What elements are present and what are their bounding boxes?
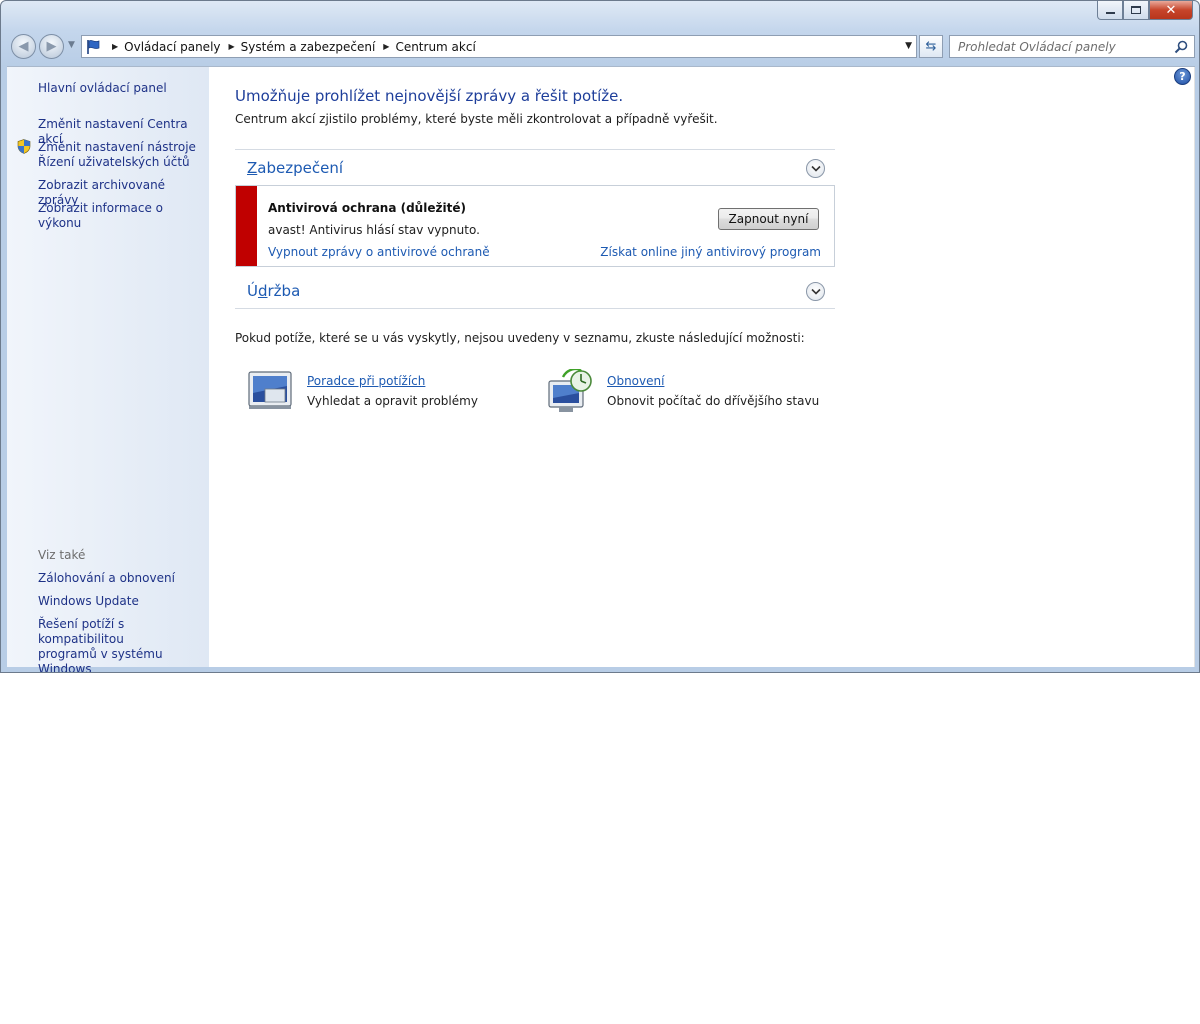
refresh-button[interactable]: ⇆ [919, 35, 943, 58]
sidebar-item-control-panel-home[interactable]: Hlavní ovládací panel [38, 81, 167, 96]
navigation-bar: ◀ ▶ ▼ ▶ Ovládací panely ▶ Systém a zabez… [9, 33, 1195, 60]
security-collapse-button[interactable] [806, 159, 825, 178]
security-title-rest: abezpečení [257, 159, 343, 177]
see-also-windows-update[interactable]: Windows Update [38, 594, 139, 609]
help-icon: ? [1179, 70, 1186, 83]
disable-antivirus-messages-link[interactable]: Vypnout zprávy o antivirové ochraně [268, 245, 490, 259]
forward-arrow-icon: ▶ [46, 39, 57, 54]
close-button[interactable]: ✕ [1149, 1, 1193, 20]
content-area: Hlavní ovládací panel Změnit nastavení C… [7, 66, 1195, 672]
recovery-link[interactable]: Obnovení [607, 374, 664, 388]
recovery-link-accesskey: Obnovení [607, 374, 665, 388]
alert-message: avast! Antivirus hlásí stav vypnuto. [268, 223, 480, 237]
maintenance-collapse-button[interactable] [806, 282, 825, 301]
maximize-button[interactable] [1123, 1, 1149, 20]
breadcrumb-separator-icon[interactable]: ▶ [383, 42, 389, 51]
see-also-heading: Viz také [38, 548, 86, 562]
sidebar: Hlavní ovládací panel Změnit nastavení C… [7, 67, 209, 672]
breadcrumb-item-system-security[interactable]: Systém a zabezpečení [241, 40, 376, 54]
action-center-flag-icon [82, 36, 104, 57]
turn-on-now-button[interactable]: Zapnout nyní [718, 208, 819, 230]
breadcrumb-item-action-center[interactable]: Centrum akcí [395, 40, 475, 54]
maintenance-title-accesskey: d [257, 282, 268, 300]
breadcrumb: ▶ Ovládací panely ▶ Systém a zabezpečení… [104, 40, 476, 54]
troubleshooting-icon[interactable] [247, 369, 295, 414]
recovery-description: Obnovit počítač do dřívějšího stavu [607, 394, 820, 408]
troubleshooting-description: Vyhledat a opravit problémy [307, 394, 478, 408]
maintenance-title-rest: ržba [267, 282, 301, 300]
recent-pages-dropdown[interactable]: ▼ [68, 40, 75, 50]
address-dropdown-icon[interactable]: ▼ [905, 41, 912, 51]
maintenance-section-title[interactable]: Údržba [247, 282, 300, 300]
caption-buttons: ✕ [1097, 1, 1193, 20]
help-button[interactable]: ? [1174, 68, 1191, 85]
address-bar[interactable]: ▶ Ovládací panely ▶ Systém a zabezpečení… [81, 35, 917, 58]
security-title-accesskey: Z [247, 159, 258, 177]
minimize-button[interactable] [1097, 1, 1123, 20]
search-input[interactable] [950, 39, 1160, 54]
breadcrumb-item-control-panel[interactable]: Ovládací panely [124, 40, 220, 54]
see-also-compatibility-troubleshooter[interactable]: Řešení potíží s kompatibilitou programů … [38, 617, 209, 672]
get-antivirus-online-link[interactable]: Získat online jiný antivirový program [600, 245, 821, 259]
refresh-icon: ⇆ [925, 39, 937, 54]
breadcrumb-separator-icon[interactable]: ▶ [112, 42, 118, 51]
maximize-icon [1131, 6, 1141, 14]
section-divider [235, 308, 835, 309]
control-panel-window: ✕ ◀ ▶ ▼ ▶ Ovládací panely ▶ Systém a zab… [0, 0, 1200, 673]
recovery-tool: Obnovení Obnovit počítač do dřívějšího s… [547, 367, 847, 418]
forward-button[interactable]: ▶ [39, 34, 64, 59]
page-subtitle: Centrum akcí zjistilo problémy, které by… [235, 112, 718, 126]
see-also-backup-restore[interactable]: Zálohování a obnovení [38, 571, 175, 586]
maintenance-title-prefix: Ú [247, 282, 258, 300]
troubleshooting-link-accesskey: Poradce při potížích [307, 374, 426, 388]
chevron-down-icon [810, 165, 821, 172]
sidebar-item-uac-settings[interactable]: Změnit nastavení nástroje Řízení uživate… [38, 140, 196, 170]
search-icon[interactable] [1174, 40, 1188, 57]
back-arrow-icon: ◀ [18, 39, 29, 54]
search-box [949, 35, 1195, 58]
back-button[interactable]: ◀ [11, 34, 36, 59]
uac-shield-icon [17, 139, 31, 157]
security-section-header[interactable]: Zabezpečení [235, 149, 835, 185]
sidebar-item-performance-info[interactable]: Zobrazit informace o výkonu [38, 201, 209, 231]
close-icon: ✕ [1165, 2, 1177, 18]
minimize-icon [1105, 12, 1115, 14]
chevron-down-icon [810, 288, 821, 295]
alert-severity-bar [236, 186, 257, 266]
troubleshooting-link[interactable]: Poradce při potížích [307, 374, 425, 388]
recovery-icon[interactable] [547, 367, 597, 418]
maintenance-section-header[interactable]: Údržba [235, 273, 835, 309]
antivirus-alert: Antivirová ochrana (důležité) avast! Ant… [235, 185, 835, 267]
content-right-edge [1194, 67, 1195, 667]
breadcrumb-separator-icon[interactable]: ▶ [229, 42, 235, 51]
page-title: Umožňuje prohlížet nejnovější zprávy a ř… [235, 87, 624, 105]
troubleshooting-tool: Poradce při potížích Vyhledat a opravit … [247, 369, 527, 415]
troubleshoot-hint: Pokud potíže, které se u vás vyskytly, n… [235, 331, 805, 345]
security-section-title[interactable]: Zabezpečení [247, 159, 343, 177]
alert-title: Antivirová ochrana (důležité) [268, 201, 466, 215]
